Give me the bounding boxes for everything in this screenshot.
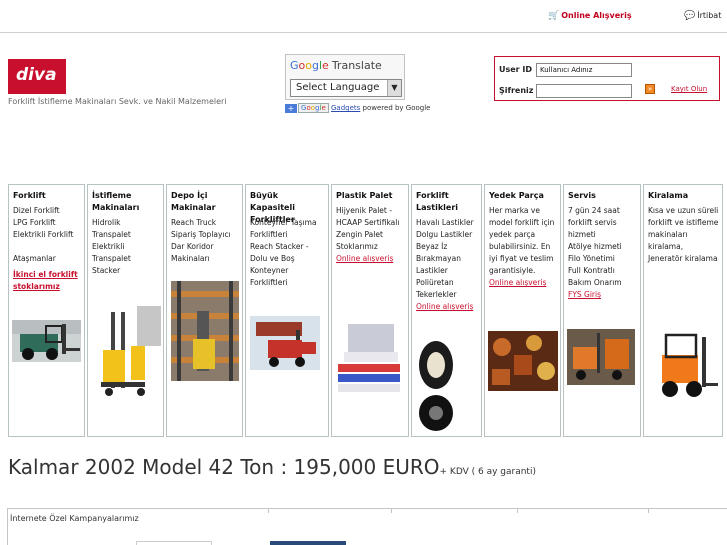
contact-label: İrtibat <box>697 11 722 20</box>
item-full-kontrat[interactable]: Full Kontratlı Bakım Onarım <box>568 265 637 289</box>
spare-parts-shop-link[interactable]: Online alışveriş <box>489 278 546 287</box>
second-hand-forklift-link[interactable]: İkinci el forklift stoklarımız <box>13 270 78 291</box>
tire-image[interactable] <box>416 339 456 435</box>
item-lpg-forklift[interactable]: LPG Forklift <box>13 217 81 229</box>
headline-suffix: + KDV ( 6 ay garanti) <box>439 467 536 477</box>
contact-link[interactable]: 💬 İrtibat <box>684 11 721 21</box>
powered-by-label: powered by Google <box>362 104 431 112</box>
category-servis[interactable]: Servis 7 gün 24 saat forklift servis hiz… <box>563 184 641 437</box>
item-lastik-tipleri[interactable]: Havalı Lastikler Dolgu Lastikler Beyaz İ… <box>416 217 478 301</box>
category-plastik-palet[interactable]: Plastik Palet Hijyenik Palet - HCAAP Ser… <box>331 184 409 437</box>
password-input[interactable] <box>536 84 632 98</box>
item-7-24-servis[interactable]: 7 gün 24 saat forklift servis hizmeti <box>568 205 637 241</box>
register-link[interactable]: Kayıt Olun <box>671 85 707 93</box>
category-title: Plastik Palet <box>336 191 393 200</box>
chevron-down-icon: ▼ <box>387 80 401 96</box>
category-yedek-parca[interactable]: Yedek Parça Her marka ve model forklift … <box>484 184 561 437</box>
google-translate-widget: Google Translate Select Language ▼ <box>285 54 405 100</box>
item-kiralama-aciklama[interactable]: Kısa ve uzun süreli forklift ve istiflem… <box>648 205 719 265</box>
campaign-thumbnail[interactable] <box>136 541 212 545</box>
item-stacker[interactable]: Stacker <box>92 265 160 277</box>
category-title: Servis <box>568 191 596 200</box>
item-elektrikli-forklift[interactable]: Elektrikli Forklift <box>13 229 81 241</box>
gadgets-link[interactable]: Gadgets <box>331 104 360 112</box>
category-items: Kısa ve uzun süreli forklift ve istiflem… <box>648 205 719 265</box>
divider <box>391 509 392 513</box>
item-hidrolik-transpalet[interactable]: Hidrolik Transpalet <box>92 217 160 241</box>
headline-main: Kalmar 2002 Model 42 Ton : 195,000 EURO <box>8 455 440 479</box>
category-title: Forklift Lastikleri <box>416 191 458 212</box>
forklift-image[interactable] <box>12 320 81 362</box>
plastic-pallet-shop-link[interactable]: Online alışveriş <box>336 254 393 263</box>
google-translate-logo: Google Translate <box>290 59 382 72</box>
category-buyuk-kapasiteli[interactable]: Büyük Kapasiteli Forkliftler Konteyner T… <box>245 184 329 437</box>
container-handler-image[interactable] <box>250 316 320 370</box>
user-id-input[interactable]: Kullanıcı Adınız <box>536 63 632 77</box>
logo[interactable]: diva <box>8 59 66 94</box>
item-filo-yonetimi[interactable]: Filo Yönetimi <box>568 253 637 265</box>
category-items: Havalı Lastikler Dolgu Lastikler Beyaz İ… <box>416 217 478 313</box>
rental-forklift-image[interactable] <box>648 331 718 403</box>
login-button[interactable]: » <box>645 84 655 94</box>
warehouse-image[interactable] <box>171 281 239 381</box>
item-reach-truck[interactable]: Reach Truck <box>171 217 239 229</box>
category-title: Yedek Parça <box>489 191 544 200</box>
campaign-thumbnail[interactable] <box>270 541 346 545</box>
online-shop-label: Online Alışveriş <box>561 11 632 20</box>
user-id-label: User ID <box>499 65 533 74</box>
google-badge: Google <box>298 103 329 113</box>
item-hijyenik-palet[interactable]: Hijyenik Palet - HCAAP Sertifikalı Zengi… <box>336 205 405 253</box>
divider <box>517 509 518 513</box>
item-reach-stacker[interactable]: Reach Stacker - Dolu ve Boş Konteyner Fo… <box>250 241 325 289</box>
login-box: User ID Kullanıcı Adınız Şifreniz » Kayı… <box>494 56 720 101</box>
online-shop-link[interactable]: 🛒 Online Alışveriş <box>548 11 632 21</box>
category-title: İstifleme Makinaları <box>92 191 140 212</box>
item-yedek-parca-aciklama: Her marka ve model forklift için yedek p… <box>489 206 555 275</box>
campaign-title: İnternete Özel Kampanyalarımız <box>10 514 139 523</box>
fys-login-link[interactable]: FYS Giriş <box>568 290 601 299</box>
category-items: Her marka ve model forklift için yedek p… <box>489 205 557 289</box>
item-elektrikli-transpalet[interactable]: Elektrikli Transpalet <box>92 241 160 265</box>
divider <box>648 509 649 513</box>
category-title: Kiralama <box>648 191 689 200</box>
password-label: Şifreniz <box>499 86 534 95</box>
category-items: Reach Truck Sipariş Toplayıcı Dar Korido… <box>171 217 239 265</box>
item-siparis-toplayici[interactable]: Sipariş Toplayıcı <box>171 229 239 241</box>
plastic-pallet-image[interactable] <box>334 318 407 394</box>
item-dizel-forklift[interactable]: Dizel Forklift <box>13 205 81 217</box>
add-gadget-icon[interactable]: + <box>285 103 297 113</box>
featured-offer-headline[interactable]: Kalmar 2002 Model 42 Ton : 195,000 EURO+… <box>8 455 536 479</box>
category-forklift[interactable]: Forklift Dizel Forklift LPG Forklift Ele… <box>8 184 85 437</box>
cart-icon: 🛒 <box>548 11 560 21</box>
campaign-section: İnternete Özel Kampanyalarımız <box>7 508 727 545</box>
category-kiralama[interactable]: Kiralama Kısa ve uzun süreli forklift ve… <box>643 184 723 437</box>
category-lastikler[interactable]: Forklift Lastikleri Havalı Lastikler Dol… <box>411 184 482 437</box>
category-title: Forklift <box>13 191 46 200</box>
category-items: 7 gün 24 saat forklift servis hizmeti At… <box>568 205 637 301</box>
tagline: Forklift İstifleme Makinaları Sevk. ve N… <box>8 97 227 106</box>
item-dar-koridor[interactable]: Dar Koridor Makinaları <box>171 241 239 265</box>
top-bar: 🛒 Online Alışveriş 💬 İrtibat <box>0 0 727 33</box>
tires-shop-link[interactable]: Online alışveriş <box>416 302 473 311</box>
language-select[interactable]: Select Language ▼ <box>290 79 402 97</box>
category-istifleme[interactable]: İstifleme Makinaları Hidrolik Transpalet… <box>87 184 164 437</box>
category-title: Depo İçi Makinalar <box>171 191 216 212</box>
language-select-label: Select Language <box>296 82 380 93</box>
category-items: Hidrolik Transpalet Elektrikli Transpale… <box>92 217 160 277</box>
item-atolye[interactable]: Atölye hizmeti <box>568 241 637 253</box>
item-konteyner-tasima[interactable]: Konteyner Taşıma Forkliftleri <box>250 217 325 241</box>
category-depo-ici[interactable]: Depo İçi Makinalar Reach Truck Sipariş T… <box>166 184 243 437</box>
google-gadgets-bar: + Google Gadgets powered by Google <box>285 103 430 113</box>
category-panels: Forklift Dizel Forklift LPG Forklift Ele… <box>8 184 727 437</box>
service-image[interactable] <box>567 329 635 385</box>
category-items: Konteyner Taşıma Forkliftleri Reach Stac… <box>250 217 325 289</box>
spare-parts-image[interactable] <box>488 331 558 391</box>
stacker-image[interactable] <box>91 306 161 401</box>
category-items: Dizel Forklift LPG Forklift Elektrikli F… <box>13 205 81 293</box>
item-atasmanlar[interactable]: Ataşmanlar <box>13 253 81 265</box>
divider <box>268 509 269 513</box>
category-items: Hijyenik Palet - HCAAP Sertifikalı Zengi… <box>336 205 405 265</box>
speech-bubble-icon: 💬 <box>684 11 696 21</box>
